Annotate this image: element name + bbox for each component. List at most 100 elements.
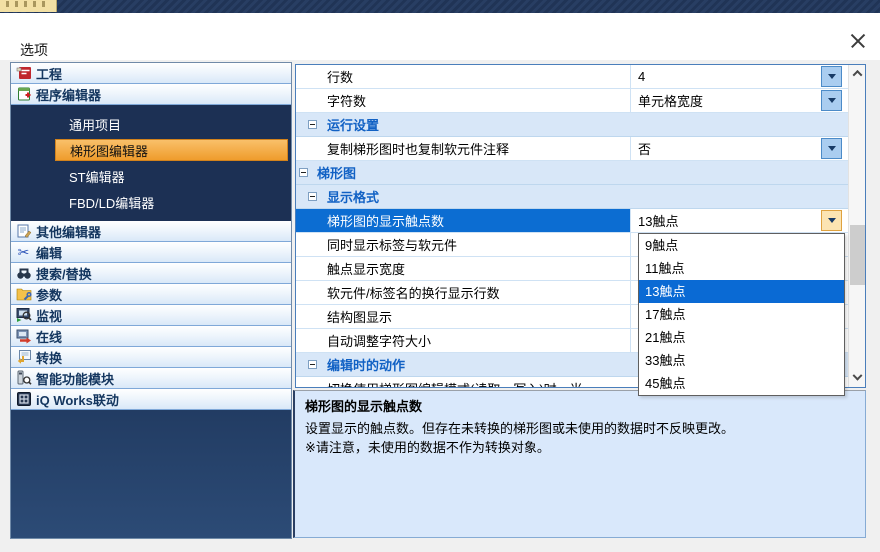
sidebar-item-search-replace[interactable]: 搜索/替换 [11, 263, 291, 284]
sidebar-item-label: 监视 [36, 306, 62, 325]
section-label: 编辑时的动作 [327, 355, 405, 374]
sidebar-item-online[interactable]: 在线 [11, 326, 291, 347]
help-text: ※请注意，未使用的数据不作为转换对象。 [305, 439, 855, 456]
parameter-folder-icon [15, 286, 32, 302]
sidebar-item-other-editor[interactable]: 其他编辑器 [11, 221, 291, 242]
section-label: 运行设置 [327, 115, 379, 134]
collapse-icon[interactable] [308, 360, 317, 369]
sidebar-item-program-editor[interactable]: 程序编辑器 [11, 84, 291, 105]
setting-label: 梯形图的显示触点数 [327, 211, 444, 230]
scroll-thumb[interactable] [850, 225, 865, 285]
sidebar-item-ladder-editor[interactable]: 梯形图编辑器 [55, 139, 288, 161]
dropdown-button-active[interactable] [821, 210, 842, 231]
caret-down-icon [828, 218, 836, 223]
sidebar-item-label: 智能功能模块 [36, 369, 114, 388]
section-label: 梯形图 [317, 163, 356, 182]
scroll-up-button[interactable] [849, 65, 866, 82]
dropdown-option-selected[interactable]: 13触点 [639, 280, 844, 303]
setting-label: 行数 [327, 67, 353, 86]
description-panel: 梯形图的显示触点数 设置显示的触点数。但存在未转换的梯形图或未使用的数据时不反映… [293, 390, 866, 538]
close-button[interactable] [844, 30, 872, 52]
chevron-down-icon [853, 371, 863, 381]
close-icon [850, 33, 866, 49]
collapse-icon[interactable] [308, 192, 317, 201]
caret-down-icon [828, 146, 836, 151]
sidebar-item-label: FBD/LD编辑器 [69, 193, 154, 212]
sidebar-item-label: 转换 [36, 348, 62, 367]
dropdown-option[interactable]: 11触点 [639, 257, 844, 280]
dropdown-button[interactable] [821, 66, 842, 87]
monitor-magnifier-icon [15, 307, 32, 323]
program-editor-icon [15, 86, 32, 102]
binoculars-icon [15, 265, 32, 281]
online-monitor-icon [15, 328, 32, 344]
dropdown-option[interactable]: 17触点 [639, 303, 844, 326]
convert-arrow-icon [15, 349, 32, 365]
setting-value: 否 [638, 139, 651, 158]
sidebar-item-monitor[interactable]: 监视 [11, 305, 291, 326]
sidebar-item-label: 在线 [36, 327, 62, 346]
sidebar-item-label: 其他编辑器 [36, 222, 101, 241]
collapse-icon[interactable] [299, 168, 308, 177]
dropdown-option[interactable]: 9触点 [639, 234, 844, 257]
iqworks-grid-icon [15, 391, 32, 407]
setting-row[interactable]: 行数 4 [296, 65, 848, 89]
setting-label: 复制梯形图时也复制软元件注释 [327, 139, 509, 158]
dropdown-option[interactable]: 45触点 [639, 372, 844, 395]
help-text: 设置显示的触点数。但存在未转换的梯形图或未使用的数据时不反映更改。 [305, 420, 855, 437]
setting-value: 13触点 [638, 211, 678, 230]
dropdown-button[interactable] [821, 90, 842, 111]
sidebar-item-edit[interactable]: ✂ 编辑 [11, 242, 291, 263]
setting-label: 切换使用梯形图编辑模式(读取－写入)时，当… [327, 379, 596, 388]
other-editor-icon [15, 223, 32, 239]
background-window-fragment [0, 0, 57, 12]
sidebar-item-label: 参数 [36, 285, 62, 304]
scroll-down-button[interactable] [849, 370, 866, 387]
setting-label: 触点显示宽度 [327, 259, 405, 278]
help-title: 梯形图的显示触点数 [305, 396, 855, 415]
setting-value: 单元格宽度 [638, 91, 703, 110]
sidebar-item-fbdld-editor[interactable]: FBD/LD编辑器 [55, 191, 288, 213]
sidebar-item-label: 搜索/替换 [36, 264, 92, 283]
dropdown-option[interactable]: 33触点 [639, 349, 844, 372]
setting-value: 4 [638, 69, 645, 84]
section-row[interactable]: 梯形图 [296, 161, 848, 185]
dropdown-button[interactable] [821, 138, 842, 159]
program-editor-children: 通用项目 梯形图编辑器 ST编辑器 FBD/LD编辑器 [11, 105, 291, 221]
setting-row[interactable]: 字符数 单元格宽度 [296, 89, 848, 113]
sidebar-item-intelligent-module[interactable]: 智能功能模块 [11, 368, 291, 389]
sidebar-item-label: 梯形图编辑器 [70, 141, 148, 160]
scrollbar[interactable] [848, 65, 865, 387]
dropdown-option[interactable]: 21触点 [639, 326, 844, 349]
dialog-title: 选项 [20, 40, 48, 60]
setting-label: 结构图显示 [327, 307, 392, 326]
setting-label: 软元件/标签名的换行显示行数 [327, 283, 500, 302]
collapse-icon[interactable] [308, 120, 317, 129]
section-label: 显示格式 [327, 187, 379, 206]
setting-label: 同时显示标签与软元件 [327, 235, 457, 254]
chevron-up-icon [853, 70, 863, 80]
sidebar-item-st-editor[interactable]: ST编辑器 [55, 165, 288, 187]
setting-row[interactable]: 复制梯形图时也复制软元件注释 否 [296, 137, 848, 161]
dropdown-list: 9触点 11触点 13触点 17触点 21触点 33触点 45触点 [638, 233, 845, 396]
sidebar-item-label: 程序编辑器 [36, 85, 101, 104]
sidebar-item-project[interactable]: 工程 [11, 63, 291, 84]
caret-down-icon [828, 74, 836, 79]
caret-down-icon [828, 98, 836, 103]
setting-row-selected[interactable]: 梯形图的显示触点数 13触点 [296, 209, 848, 233]
category-tree: 工程 程序编辑器 通用项目 梯形图编辑器 ST编辑器 FBD/LD编辑器 其他编… [10, 62, 292, 539]
setting-label: 字符数 [327, 91, 366, 110]
setting-label: 自动调整字符大小 [327, 331, 431, 350]
sidebar-item-label: 工程 [36, 64, 62, 83]
sidebar-item-label: 通用项目 [69, 115, 121, 134]
sidebar-item-common[interactable]: 通用项目 [55, 113, 288, 135]
sidebar-item-iqworks[interactable]: iQ Works联动 [11, 389, 291, 410]
sidebar-item-label: iQ Works联动 [36, 390, 119, 409]
section-row[interactable]: 运行设置 [296, 113, 848, 137]
sidebar-item-convert[interactable]: 转换 [11, 347, 291, 368]
sidebar-filler [11, 410, 291, 538]
sidebar-item-label: 编辑 [36, 243, 62, 262]
section-row[interactable]: 显示格式 [296, 185, 848, 209]
dialog-titlebar: 选项 [0, 13, 880, 60]
sidebar-item-parameter[interactable]: 参数 [11, 284, 291, 305]
